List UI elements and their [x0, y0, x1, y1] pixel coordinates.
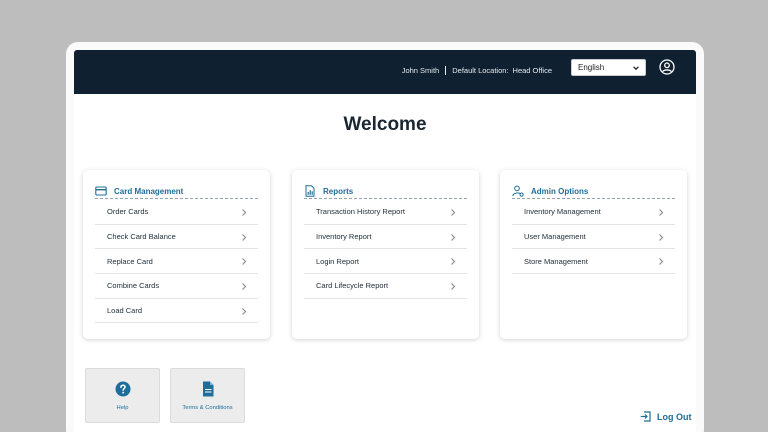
- menu-item-order-cards[interactable]: Order Cards: [95, 200, 258, 225]
- logout-label: Log Out: [657, 411, 692, 422]
- card-management-panel: Card Management Order Cards Check Card B…: [83, 170, 270, 339]
- menu-item-store-management[interactable]: Store Management: [512, 249, 675, 275]
- menu-item-label: Inventory Management: [524, 207, 601, 217]
- location-value: Head Office: [512, 65, 552, 75]
- menu-item-inventory-management[interactable]: Inventory Management: [512, 200, 675, 225]
- chevron-right-icon: [242, 209, 247, 216]
- chevron-right-icon: [659, 209, 664, 216]
- menu-item-load-card[interactable]: Load Card: [95, 299, 258, 324]
- chevron-right-icon: [451, 233, 456, 241]
- chevron-down-icon: [633, 66, 639, 71]
- menu-item-card-lifecycle-report[interactable]: Card Lifecycle Report: [304, 274, 467, 299]
- chevron-right-icon: [242, 307, 247, 315]
- card-management-menu: Order Cards Check Card Balance Replace C…: [95, 200, 258, 324]
- chevron-right-icon: [451, 283, 456, 290]
- chevron-right-icon: [451, 209, 456, 216]
- menu-item-label: Card Lifecycle Report: [316, 281, 389, 291]
- menu-item-label: Login Report: [316, 256, 359, 266]
- menu-item-user-management[interactable]: User Management: [512, 225, 675, 250]
- menu-item-label: Replace Card: [107, 256, 153, 266]
- menu-item-label: Check Card Balance: [107, 232, 176, 242]
- app-screen: John Smith Default Location: Head Office…: [74, 50, 696, 432]
- location-label: Default Location:: [452, 65, 509, 75]
- top-bar: John Smith Default Location: Head Office…: [74, 50, 696, 94]
- document-icon: [202, 381, 213, 397]
- help-circle-icon: [115, 381, 130, 397]
- divider: [95, 198, 258, 199]
- menu-item-inventory-report[interactable]: Inventory Report: [304, 225, 467, 250]
- admin-options-menu: Inventory Management User Management Sto…: [512, 200, 675, 275]
- language-select[interactable]: English: [571, 59, 646, 76]
- admin-options-panel: Admin Options Inventory Management User …: [500, 170, 687, 339]
- credit-card-icon: [95, 186, 107, 196]
- menu-item-label: Inventory Report: [316, 232, 372, 242]
- chevron-right-icon: [242, 258, 247, 266]
- menu-item-replace-card[interactable]: Replace Card: [95, 249, 258, 275]
- report-chart-icon: [305, 185, 315, 197]
- chevron-right-icon: [659, 258, 664, 266]
- chevron-right-icon: [451, 258, 456, 266]
- menu-item-login-report[interactable]: Login Report: [304, 249, 467, 275]
- divider: [304, 198, 467, 199]
- page-title: Welcome: [343, 114, 427, 135]
- chevron-right-icon: [242, 283, 247, 290]
- terms-conditions-tile[interactable]: Terms & Conditions: [170, 368, 245, 423]
- menu-item-label: Order Cards: [107, 207, 149, 217]
- reports-menu: Transaction History Report Inventory Rep…: [304, 200, 467, 299]
- chevron-right-icon: [659, 233, 664, 241]
- divider: [445, 65, 447, 75]
- admin-options-title: Admin Options: [531, 186, 589, 196]
- menu-item-combine-cards[interactable]: Combine Cards: [95, 274, 258, 299]
- menu-item-label: Transaction History Report: [316, 207, 405, 217]
- language-value: English: [578, 63, 605, 72]
- help-tile[interactable]: Help: [85, 368, 160, 423]
- reports-title: Reports: [323, 186, 354, 196]
- chevron-right-icon: [242, 233, 247, 241]
- logout-icon: [640, 411, 651, 422]
- menu-item-label: Store Management: [524, 256, 588, 266]
- menu-item-label: Load Card: [107, 306, 143, 316]
- user-info: John Smith Default Location: Head Office: [402, 63, 552, 77]
- card-management-title: Card Management: [114, 186, 184, 196]
- reports-panel: Reports Transaction History Report Inven…: [292, 170, 479, 339]
- admin-user-icon: [512, 185, 524, 197]
- user-name: John Smith: [401, 65, 440, 75]
- divider: [512, 198, 675, 199]
- menu-item-transaction-history-report[interactable]: Transaction History Report: [304, 200, 467, 225]
- menu-item-label: User Management: [524, 232, 586, 242]
- menu-item-label: Combine Cards: [107, 281, 160, 291]
- terms-label: Terms & Conditions: [182, 405, 233, 411]
- help-label: Help: [116, 405, 129, 411]
- menu-item-check-card-balance[interactable]: Check Card Balance: [95, 225, 258, 250]
- profile-icon[interactable]: [659, 59, 675, 75]
- logout-button[interactable]: Log Out: [640, 411, 692, 422]
